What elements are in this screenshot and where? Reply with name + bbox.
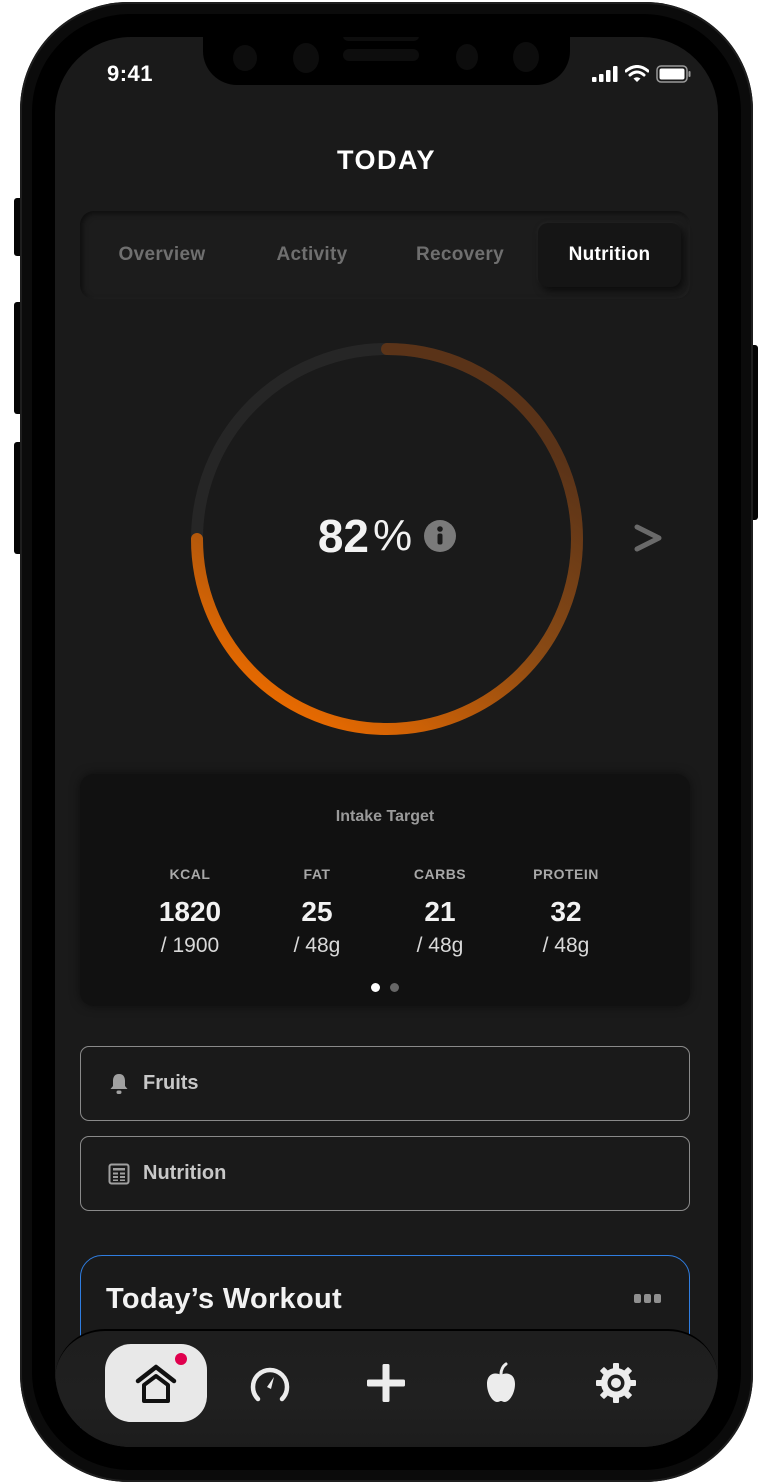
macro-protein: PROTEIN 32 / 48g	[501, 866, 631, 958]
macro-value: 32	[550, 896, 582, 927]
tab-nutrition[interactable]: Nutrition	[538, 223, 681, 287]
macro-fat: FAT 25 / 48g	[252, 866, 382, 958]
status-icons	[592, 65, 692, 83]
bell-icon	[107, 1072, 131, 1096]
progress-ring: 82 %	[185, 337, 589, 741]
macro-label: FAT	[303, 866, 331, 882]
wifi-icon	[625, 65, 649, 82]
info-icon[interactable]	[424, 520, 457, 552]
macro-target: / 48g	[416, 934, 464, 957]
macro-label: KCAL	[169, 866, 211, 882]
macro-carbs: CARBS 21 / 48g	[375, 866, 505, 958]
progress-percent-sign: %	[373, 511, 413, 560]
sensor-icon	[233, 45, 257, 71]
sensor-icon	[456, 44, 478, 70]
battery-icon	[656, 65, 691, 83]
nav-dashboard[interactable]	[219, 1344, 321, 1422]
tab-overview[interactable]: Overview	[92, 223, 232, 287]
plus-icon	[367, 1364, 405, 1402]
chevron-right-icon[interactable]	[631, 513, 665, 563]
progress-value: 82	[317, 510, 370, 562]
nav-settings[interactable]	[565, 1344, 667, 1422]
macro-target: / 48g	[542, 934, 590, 957]
macro-value: 25	[301, 896, 333, 927]
notch	[203, 37, 570, 85]
intake-title: Intake Target	[335, 808, 435, 825]
intake-target-card[interactable]: Intake Target KCAL 1820 / 1900 FAT 25 / …	[80, 774, 690, 1006]
macro-target: / 48g	[293, 934, 341, 957]
nutrition-button[interactable]: Nutrition	[80, 1136, 690, 1211]
tab-recovery[interactable]: Recovery	[386, 223, 534, 287]
macro-value: 1820	[158, 896, 222, 927]
macro-target: / 1900	[160, 934, 220, 957]
speedometer-icon	[250, 1367, 290, 1402]
macro-value: 21	[424, 896, 456, 927]
calculator-icon	[107, 1162, 131, 1186]
status-time: 9:41	[107, 61, 154, 86]
page-dot-1[interactable]	[371, 983, 380, 992]
segment-tabs: Overview Activity Recovery Nutrition	[80, 211, 690, 299]
screen: 9:41 TODAY Overview Activity Recovery Nu…	[55, 37, 718, 1447]
fruits-label: Fruits	[143, 1072, 199, 1094]
home-icon	[135, 1364, 177, 1403]
tab-activity[interactable]: Activity	[242, 223, 382, 287]
macro-kcal: KCAL 1820 / 1900	[125, 866, 255, 958]
page-dot-2[interactable]	[390, 983, 399, 992]
progress-readout: 82 %	[185, 509, 589, 563]
macro-label: CARBS	[413, 866, 467, 882]
nav-nutrition[interactable]	[450, 1344, 552, 1422]
speaker-grille	[343, 49, 419, 61]
notification-badge	[175, 1353, 187, 1365]
fruits-button[interactable]: Fruits	[80, 1046, 690, 1121]
camera-icon	[293, 43, 319, 73]
nutrition-label: Nutrition	[143, 1162, 227, 1184]
page-indicator	[80, 983, 690, 992]
nav-home[interactable]	[105, 1344, 207, 1422]
gear-icon	[596, 1363, 636, 1403]
macro-label: PROTEIN	[533, 866, 599, 882]
more-icon[interactable]	[634, 1294, 661, 1303]
nav-add[interactable]	[335, 1344, 437, 1422]
bottom-nav	[55, 1329, 718, 1447]
earpiece	[343, 37, 419, 41]
page-title: TODAY	[336, 145, 437, 175]
signal-icon	[592, 66, 618, 82]
apple-icon	[487, 1362, 515, 1402]
workout-title: Today’s Workout	[106, 1283, 342, 1315]
proximity-sensor-icon	[513, 42, 539, 72]
